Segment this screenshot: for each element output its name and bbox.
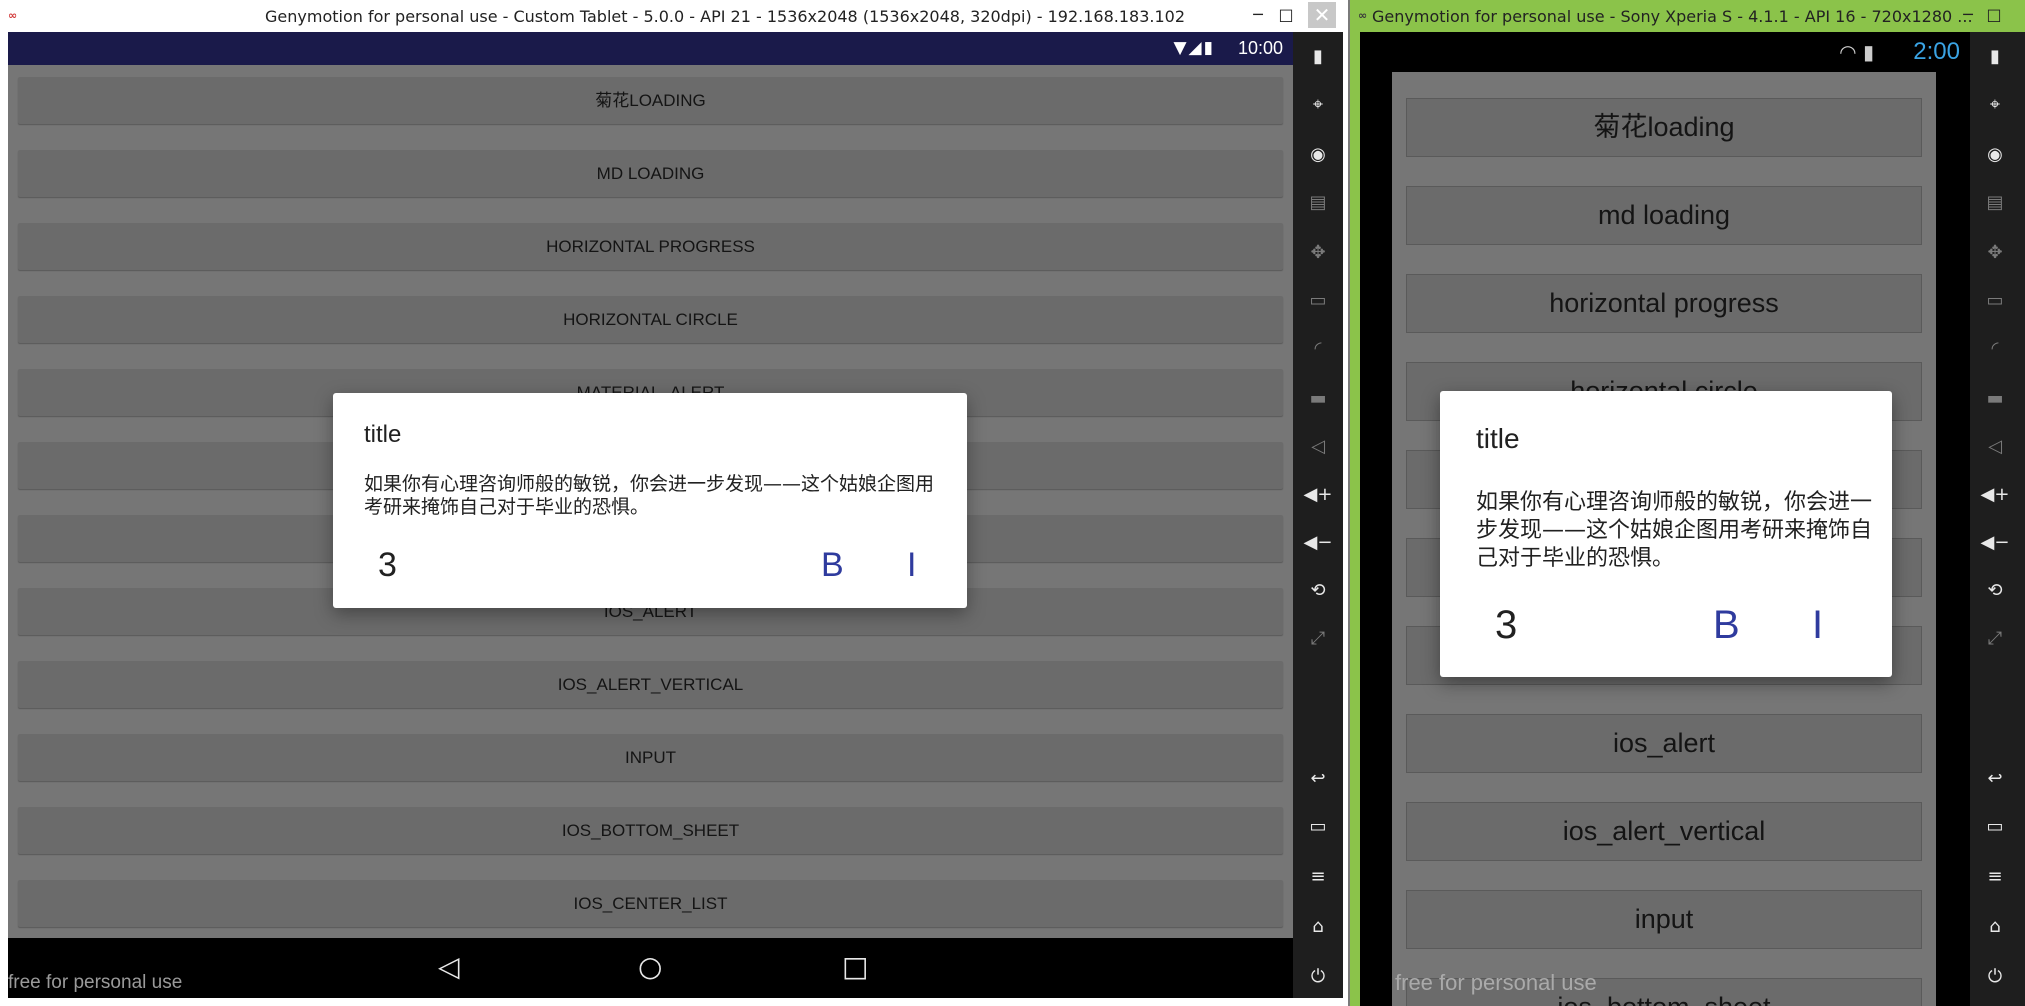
dialog-neutral-button-2[interactable]: 3 bbox=[1495, 603, 1517, 648]
dialog-message: 如果你有心理咨询师般的敏锐，你会进一步发现——这个姑娘企图用考研来掩饰自己对于毕… bbox=[364, 473, 935, 518]
window-title-2: Genymotion for personal use - Sony Xperi… bbox=[1372, 7, 1973, 26]
minimize-button-2[interactable]: ─ bbox=[1954, 2, 1982, 28]
volume-up-icon[interactable]: ◀+ bbox=[1293, 484, 1343, 505]
list-button[interactable]: 菊花LOADING bbox=[18, 77, 1283, 124]
dialog-message-2: 如果你有心理咨询师般的敏锐，你会进一步发现——这个姑娘企图用考研来掩饰自己对于毕… bbox=[1476, 490, 1873, 571]
gps-icon[interactable]: ⌖ bbox=[1293, 94, 1343, 115]
battery-icon[interactable]: ▮ bbox=[1970, 46, 2020, 67]
list-button[interactable]: ios_alert bbox=[1406, 714, 1922, 773]
list-button[interactable]: md loading bbox=[1406, 186, 1922, 245]
watermark-text: free for personal use bbox=[8, 972, 183, 993]
alert-dialog-2: title 如果你有心理咨询师般的敏锐，你会进一步发现——这个姑娘企图用考研来掩… bbox=[1440, 391, 1892, 677]
list-button[interactable]: ios_alert_vertical bbox=[1406, 802, 1922, 861]
rss-icon[interactable]: ◜ bbox=[1970, 338, 2020, 359]
media-icon[interactable]: ▤ bbox=[1970, 192, 2020, 213]
dpad-icon[interactable]: ✥ bbox=[1293, 242, 1343, 263]
back-icon[interactable]: ↩ bbox=[1293, 768, 1343, 789]
watermark-text-2: free for personal use bbox=[1395, 970, 1597, 995]
genymotion-logo-icon: ∞ bbox=[8, 9, 18, 22]
genymotion-logo-icon-2: ∞ bbox=[1358, 9, 1368, 22]
dialog-negative-button[interactable]: B bbox=[821, 546, 844, 585]
list-button[interactable]: MD LOADING bbox=[18, 150, 1283, 197]
dialog-positive-button[interactable]: I bbox=[907, 546, 916, 585]
dpad-icon[interactable]: ✥ bbox=[1970, 242, 2020, 263]
dialog-title-2: title bbox=[1476, 423, 1520, 454]
maximize-button[interactable]: □ bbox=[1272, 2, 1300, 28]
wifi-signal-battery-icon: ▼◢▮ bbox=[1173, 38, 1215, 58]
scale-icon[interactable]: ⤢ bbox=[1970, 628, 2020, 649]
list-button[interactable]: IOS_BOTTOM_SHEET bbox=[18, 807, 1283, 854]
genymotion-toolbar-left: ▮ ⌖ ◉ ▤ ✥ ▭ ◜ ▬ ◁ ◀+ ◀− ⟲ ⤢ ↩ ▭ ≡ ⌂ ⏻ bbox=[1293, 32, 1343, 998]
home-icon[interactable]: ⌂ bbox=[1293, 916, 1343, 937]
navigation-bar: ◁ ○ □ bbox=[8, 938, 1293, 998]
volume-down-icon[interactable]: ◀− bbox=[1293, 532, 1343, 553]
rotate-icon[interactable]: ⟲ bbox=[1970, 580, 2020, 601]
rss-icon[interactable]: ◜ bbox=[1293, 338, 1343, 359]
window-title: Genymotion for personal use - Custom Tab… bbox=[265, 7, 1186, 26]
menu-icon[interactable]: ≡ bbox=[1970, 866, 2020, 887]
webcam-icon[interactable]: ◉ bbox=[1970, 144, 2020, 165]
list-button[interactable]: HORIZONTAL PROGRESS bbox=[18, 223, 1283, 270]
dialog-negative-button-2[interactable]: B bbox=[1713, 603, 1740, 648]
maximize-button-2[interactable]: □ bbox=[1980, 2, 2008, 28]
gps-icon[interactable]: ⌖ bbox=[1970, 94, 2020, 115]
wifi-battery-icon: ◠ ▮ bbox=[1839, 40, 1874, 64]
minimize-button[interactable]: ─ bbox=[1244, 2, 1272, 28]
webcam-icon[interactable]: ◉ bbox=[1293, 144, 1343, 165]
volume-down-icon[interactable]: ◀− bbox=[1970, 532, 2020, 553]
scale-icon[interactable]: ⤢ bbox=[1293, 628, 1343, 649]
share-icon[interactable]: ◁ bbox=[1970, 436, 2020, 457]
power-icon[interactable]: ⏻ bbox=[1970, 966, 2020, 987]
status-time: 10:00 bbox=[1237, 38, 1283, 58]
home-icon[interactable]: ⌂ bbox=[1970, 916, 2020, 937]
list-button[interactable]: INPUT bbox=[18, 734, 1283, 781]
dialog-title: title bbox=[364, 421, 402, 448]
sms-icon[interactable]: ▬ bbox=[1970, 388, 2020, 409]
status-time-2: 2:00 bbox=[1913, 38, 1960, 65]
id-icon[interactable]: ▭ bbox=[1970, 290, 2020, 311]
nav-back-button[interactable]: ◁ bbox=[438, 950, 460, 983]
list-button[interactable]: IOS_ALERT_VERTICAL bbox=[18, 661, 1283, 708]
sms-icon[interactable]: ▬ bbox=[1293, 388, 1343, 409]
close-button[interactable]: ✕ bbox=[1308, 2, 1336, 28]
battery-icon[interactable]: ▮ bbox=[1293, 46, 1343, 67]
list-button[interactable]: 菊花loading bbox=[1406, 98, 1922, 157]
window-titlebar-2[interactable]: ∞ Genymotion for personal use - Sony Xpe… bbox=[1350, 0, 2025, 32]
status-bar: ▼◢▮ 10:00 bbox=[8, 32, 1293, 65]
list-button[interactable]: HORIZONTAL CIRCLE bbox=[18, 296, 1283, 343]
dialog-neutral-button[interactable]: 3 bbox=[378, 546, 397, 585]
id-icon[interactable]: ▭ bbox=[1293, 290, 1343, 311]
list-button[interactable]: input bbox=[1406, 890, 1922, 949]
media-icon[interactable]: ▤ bbox=[1293, 192, 1343, 213]
genymotion-toolbar-right: ▮ ⌖ ◉ ▤ ✥ ▭ ◜ ▬ ◁ ◀+ ◀− ⟲ ⤢ ↩ ▭ ≡ ⌂ ⏻ bbox=[1970, 32, 2025, 1006]
menu-icon[interactable]: ≡ bbox=[1293, 866, 1343, 887]
volume-up-icon[interactable]: ◀+ bbox=[1970, 484, 2020, 505]
alert-dialog: title 如果你有心理咨询师般的敏锐，你会进一步发现——这个姑娘企图用考研来掩… bbox=[333, 393, 967, 608]
back-icon[interactable]: ↩ bbox=[1970, 768, 2020, 789]
list-button[interactable]: IOS_CENTER_LIST bbox=[18, 880, 1283, 927]
dialog-positive-button-2[interactable]: I bbox=[1812, 603, 1823, 648]
share-icon[interactable]: ◁ bbox=[1293, 436, 1343, 457]
recent-icon[interactable]: ▭ bbox=[1970, 816, 2020, 837]
power-icon[interactable]: ⏻ bbox=[1293, 966, 1343, 987]
rotate-icon[interactable]: ⟲ bbox=[1293, 580, 1343, 601]
nav-home-button[interactable]: ○ bbox=[638, 950, 662, 983]
list-button[interactable]: horizontal progress bbox=[1406, 274, 1922, 333]
recent-icon[interactable]: ▭ bbox=[1293, 816, 1343, 837]
nav-recents-button[interactable]: □ bbox=[842, 950, 868, 983]
window-titlebar[interactable]: ∞ Genymotion for personal use - Custom T… bbox=[0, 0, 1348, 32]
